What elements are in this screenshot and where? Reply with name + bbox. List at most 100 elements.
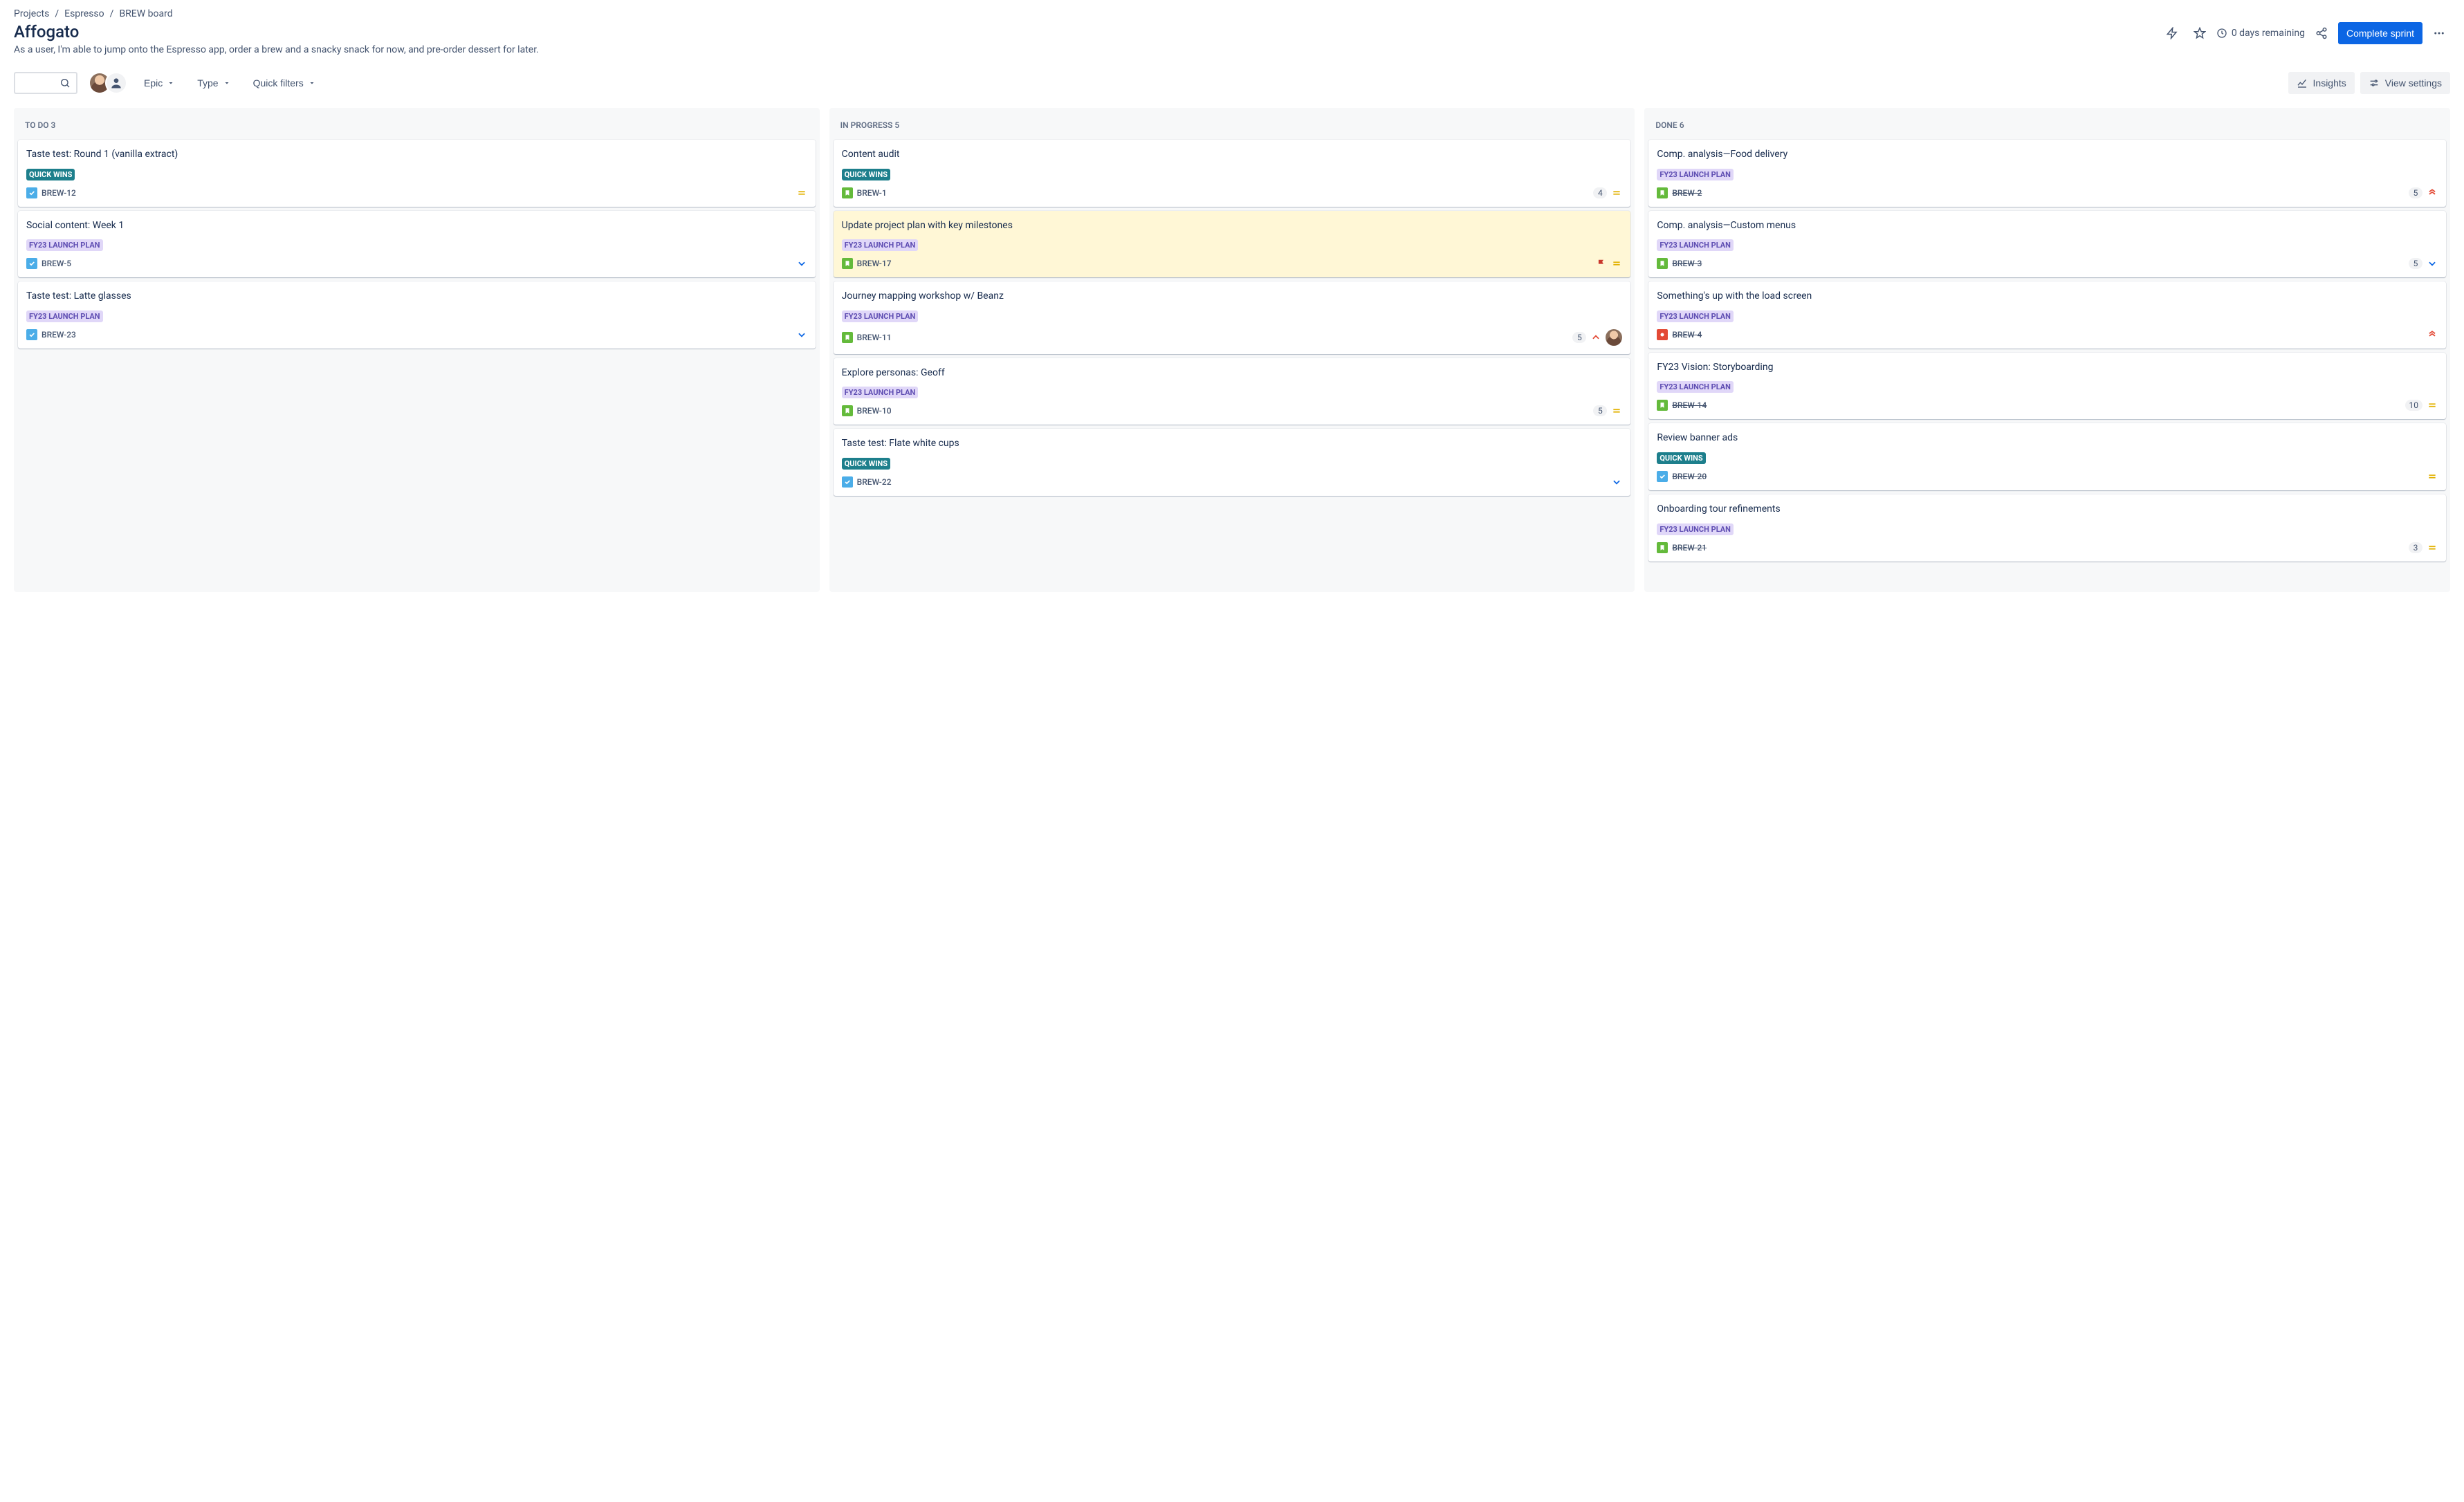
clock-icon <box>2216 28 2227 39</box>
quick-filters[interactable]: Quick filters <box>248 72 322 94</box>
column-todo: TO DO 3 Taste test: Round 1 (vanilla ext… <box>14 108 820 592</box>
issue-key: BREW-14 <box>1672 400 1707 410</box>
task-icon <box>26 187 37 198</box>
epic-label[interactable]: FY23 LAUNCH PLAN <box>26 310 103 322</box>
priority-high-icon <box>1590 332 1601 343</box>
priority-medium-icon <box>1611 405 1622 416</box>
priority-medium-icon <box>1611 258 1622 269</box>
priority-highest-icon <box>2427 187 2438 198</box>
insights-button[interactable]: Insights <box>2288 72 2355 94</box>
view-settings-button[interactable]: View settings <box>2360 72 2450 94</box>
automation-icon[interactable] <box>2161 22 2183 44</box>
card[interactable]: Taste test: Latte glasses FY23 LAUNCH PLA… <box>18 281 816 349</box>
priority-medium-icon <box>2427 542 2438 553</box>
priority-medium-icon <box>2427 400 2438 411</box>
story-icon <box>1657 542 1668 553</box>
avatar-group <box>89 72 127 94</box>
page-subtitle: As a user, I'm able to jump onto the Esp… <box>14 44 539 55</box>
card-title: Content audit <box>842 148 1623 162</box>
card-title: Taste test: Latte glasses <box>26 290 807 304</box>
card-title: Something's up with the load screen <box>1657 290 2438 304</box>
breadcrumb-project[interactable]: Espresso <box>64 8 104 19</box>
epic-label[interactable]: FY23 LAUNCH PLAN <box>1657 381 1734 393</box>
card-title: Explore personas: Geoff <box>842 367 1623 380</box>
card[interactable]: Explore personas: Geoff FY23 LAUNCH PLAN B… <box>834 358 1631 425</box>
estimate-badge: 5 <box>1593 405 1607 416</box>
type-filter[interactable]: Type <box>192 72 236 94</box>
card[interactable]: Onboarding tour refinements FY23 LAUNCH P… <box>1648 494 2446 562</box>
epic-label[interactable]: FY23 LAUNCH PLAN <box>1657 169 1734 180</box>
card[interactable]: Something's up with the load screen FY23 … <box>1648 281 2446 349</box>
issue-key: BREW-4 <box>1672 330 1702 340</box>
card[interactable]: Taste test: Round 1 (vanilla extract)QUI… <box>18 140 816 207</box>
card[interactable]: Comp. analysis—Food delivery FY23 LAUNCH … <box>1648 140 2446 207</box>
chevron-down-icon <box>223 79 231 87</box>
epic-filter[interactable]: Epic <box>138 72 181 94</box>
issue-key: BREW-5 <box>42 259 71 268</box>
priority-low-icon <box>1611 476 1622 488</box>
story-icon <box>1657 400 1668 411</box>
epic-label[interactable]: QUICK WINS <box>26 169 75 180</box>
estimate-badge: 3 <box>2409 542 2422 553</box>
add-people-button[interactable] <box>105 72 127 94</box>
search-icon <box>59 77 71 89</box>
card-title: Comp. analysis—Custom menus <box>1657 219 2438 233</box>
sliders-icon <box>2369 77 2380 89</box>
issue-key: BREW-21 <box>1672 543 1707 553</box>
epic-label[interactable]: FY23 LAUNCH PLAN <box>1657 523 1734 535</box>
story-icon <box>1657 258 1668 269</box>
card[interactable]: Journey mapping workshop w/ BeanzFY23 LA… <box>834 281 1631 354</box>
breadcrumb-board[interactable]: BREW board <box>119 8 172 19</box>
card[interactable]: Review banner adsQUICK WINSBREW-20 <box>1648 423 2446 490</box>
epic-label[interactable]: FY23 LAUNCH PLAN <box>26 239 103 251</box>
card[interactable]: Content auditQUICK WINSBREW-14 <box>834 140 1631 207</box>
card[interactable]: FY23 Vision: Storyboarding FY23 LAUNCH PL… <box>1648 353 2446 420</box>
story-icon <box>842 332 853 343</box>
star-icon[interactable] <box>2189 22 2211 44</box>
assignee-avatar[interactable] <box>1606 329 1622 346</box>
issue-key: BREW-20 <box>1672 472 1707 481</box>
epic-label[interactable]: FY23 LAUNCH PLAN <box>842 310 919 322</box>
card[interactable]: Social content: Week 1 FY23 LAUNCH PLAN BR… <box>18 211 816 278</box>
card-title: Comp. analysis—Food delivery <box>1657 148 2438 162</box>
chevron-down-icon <box>308 79 316 87</box>
complete-sprint-button[interactable]: Complete sprint <box>2338 22 2422 44</box>
card[interactable]: Taste test: Flate white cupsQUICK WINSBR… <box>834 429 1631 496</box>
flag-icon <box>1596 258 1607 269</box>
epic-label[interactable]: QUICK WINS <box>1657 452 1705 464</box>
task-icon <box>26 258 37 269</box>
epic-label[interactable]: FY23 LAUNCH PLAN <box>842 387 919 398</box>
card[interactable]: Update project plan with key milestonesF… <box>834 211 1631 278</box>
estimate-badge: 10 <box>2405 400 2423 411</box>
breadcrumb-projects[interactable]: Projects <box>14 8 49 19</box>
card-title: Onboarding tour refinements <box>1657 503 2438 517</box>
priority-highest-icon <box>2427 329 2438 340</box>
card-title: Social content: Week 1 <box>26 219 807 233</box>
epic-label[interactable]: QUICK WINS <box>842 458 890 470</box>
epic-label[interactable]: FY23 LAUNCH PLAN <box>842 239 919 251</box>
issue-key: BREW-11 <box>857 333 892 342</box>
task-icon <box>842 476 853 488</box>
bug-icon <box>1657 329 1668 340</box>
epic-label[interactable]: QUICK WINS <box>842 169 890 180</box>
column-header: TO DO 3 <box>18 113 816 140</box>
card[interactable]: Comp. analysis—Custom menus FY23 LAUNCH P… <box>1648 211 2446 278</box>
story-icon <box>842 405 853 416</box>
epic-label[interactable]: FY23 LAUNCH PLAN <box>1657 310 1734 322</box>
estimate-badge: 5 <box>1572 332 1586 343</box>
issue-key: BREW-3 <box>1672 259 1702 268</box>
priority-low-icon <box>796 329 807 340</box>
column-done: DONE 6 Comp. analysis—Food deliveryFY23 … <box>1644 108 2450 592</box>
task-icon <box>1657 471 1668 482</box>
search-input[interactable] <box>14 72 77 94</box>
time-remaining: 0 days remaining <box>2216 28 2305 39</box>
epic-label[interactable]: FY23 LAUNCH PLAN <box>1657 239 1734 251</box>
share-icon[interactable] <box>2310 22 2333 44</box>
issue-key: BREW-1 <box>857 188 887 198</box>
issue-key: BREW-10 <box>857 406 892 416</box>
issue-key: BREW-12 <box>42 188 76 198</box>
card-title: FY23 Vision: Storyboarding <box>1657 361 2438 375</box>
priority-low-icon <box>796 258 807 269</box>
more-icon[interactable] <box>2428 22 2450 44</box>
issue-key: BREW-17 <box>857 259 892 268</box>
